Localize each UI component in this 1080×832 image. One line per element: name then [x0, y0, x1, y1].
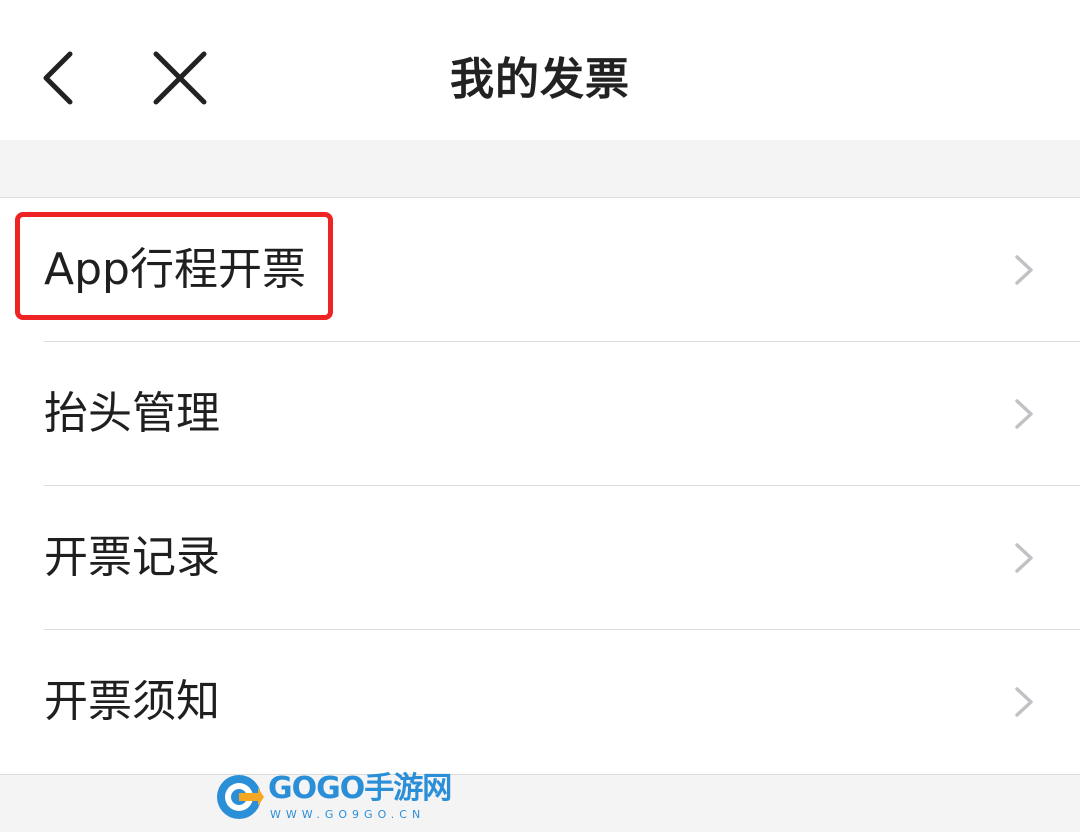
chevron-right-icon [1015, 399, 1033, 429]
menu-item-label: App行程开票 [44, 244, 306, 295]
watermark-logo: GOGO手游网 WWW.GO9GO.CN [214, 770, 452, 826]
gogo-logo-icon [217, 775, 264, 819]
menu-item-label: 抬头管理 [44, 388, 220, 439]
back-button[interactable] [28, 38, 100, 118]
watermark-text: GOGO手游网 [268, 771, 452, 806]
menu-item-app-trip-invoice[interactable]: App行程开票 [0, 198, 1080, 342]
chevron-right-icon [1015, 543, 1033, 573]
invoice-screen: 我的发票 App行程开票 抬头管理 开票记录 开票须知 GOGO手游网 WWW.… [0, 0, 1080, 832]
chevron-left-icon [43, 51, 73, 105]
menu-item-invoice-records[interactable]: 开票记录 [0, 486, 1080, 630]
invoice-menu-list: App行程开票 抬头管理 开票记录 开票须知 [0, 197, 1080, 775]
chevron-right-icon [1015, 687, 1033, 717]
chevron-right-icon [1015, 255, 1033, 285]
page-title: 我的发票 [450, 54, 630, 105]
menu-item-invoice-notice[interactable]: 开票须知 [0, 630, 1080, 774]
close-button[interactable] [140, 38, 220, 118]
menu-item-label: 开票记录 [44, 532, 220, 583]
menu-item-label: 开票须知 [44, 676, 220, 727]
close-icon [153, 51, 207, 105]
watermark-url: WWW.GO9GO.CN [270, 808, 426, 821]
menu-item-title-management[interactable]: 抬头管理 [0, 342, 1080, 486]
navigation-bar: 我的发票 [0, 0, 1080, 140]
